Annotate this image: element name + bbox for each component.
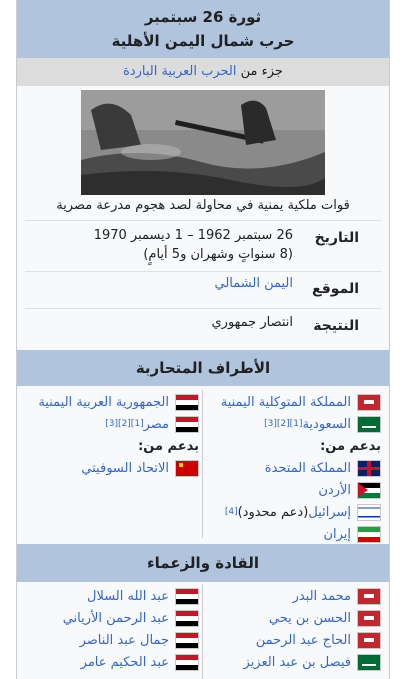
flag-israel-icon	[357, 503, 381, 521]
location-value[interactable]: اليمن الشمالي	[215, 276, 293, 291]
commander-item: عبد الله السلال	[87, 586, 199, 606]
flag-saudi-icon	[357, 415, 381, 433]
commander-link[interactable]: عبد الرحمن الأرياني	[63, 611, 169, 626]
belligerents-right-column: المملكة المتوكلية اليمنية السعودية [1][2]…	[207, 392, 381, 544]
flag-egypt-icon	[175, 653, 199, 671]
support-item: إسرائيل (دعم محدود) [4]	[225, 502, 381, 522]
belligerent-item: السعودية [1][2][3]	[264, 414, 381, 434]
date-duration: (8 سنواتٍ وشهران و5 أيامٍ)	[143, 247, 293, 262]
commanders-right-column: محمد البدر الحسن بن يحي الحاج عبد الرحمن…	[207, 586, 381, 678]
flag-uk-icon	[357, 459, 381, 477]
support-item: إيران	[323, 524, 381, 544]
flag-yemen-kingdom-icon	[357, 631, 381, 649]
citation-refs[interactable]: [4]	[225, 507, 238, 517]
support-link[interactable]: المملكة المتحدة	[265, 461, 351, 476]
image-caption: قوات ملكية يمنية في محاولة لصد هجوم مدرع…	[56, 198, 350, 213]
commander-link[interactable]: الحاج عبد الرحمن	[256, 633, 351, 648]
column-divider	[202, 584, 203, 679]
date-range: 26 سبتمبر 1962 – 1 ديسمبر 1970	[93, 228, 293, 243]
flag-yemen-kingdom-icon	[357, 609, 381, 627]
belligerent-item: الجمهورية العربية اليمنية	[38, 392, 199, 412]
support-note: (دعم محدود)	[237, 504, 309, 520]
flag-saudi-icon	[357, 653, 381, 671]
result-label: النتيجة	[313, 318, 359, 334]
location-label: الموقع	[312, 281, 359, 297]
commander-link[interactable]: جمال عبد الناصر	[80, 633, 169, 648]
belligerents-header: الأطراف المتحاربة	[17, 350, 389, 386]
flag-yar-icon	[175, 587, 199, 605]
support-item: الأردن	[318, 480, 381, 500]
commander-item: عبد الحكيم عامر	[81, 652, 199, 672]
commander-item: الحاج عبد الرحمن	[256, 630, 381, 650]
result-value: انتصار جمهوري	[211, 315, 293, 330]
soldiers-photo	[81, 90, 325, 195]
infobox-title-header: ثورة 26 سبتمبر حرب شمال اليمن الأهلية	[17, 0, 389, 58]
belligerents-left-column: الجمهورية العربية اليمنية مصر [1][2][3] ب…	[23, 392, 199, 542]
support-link[interactable]: إسرائيل	[308, 505, 351, 520]
flag-yemen-kingdom-icon	[357, 393, 381, 411]
flag-jordan-icon	[357, 481, 381, 499]
commander-item: فيصل بن عبد العزيز	[244, 652, 381, 672]
support-item: الاتحاد السوفيتي	[81, 458, 199, 478]
commander-item: الحسن بن يحي	[269, 608, 381, 628]
commanders-header: القادة والزعماء	[17, 544, 389, 582]
row-divider	[25, 220, 381, 221]
commander-item: عبد الرحمن الأرياني	[63, 608, 199, 628]
flag-ussr-icon	[175, 459, 199, 477]
belligerent-link[interactable]: مصر	[144, 417, 169, 432]
commander-link[interactable]: عبد الحكيم عامر	[81, 655, 169, 670]
flag-iran-icon	[357, 525, 381, 543]
belligerent-link[interactable]: الجمهورية العربية اليمنية	[38, 395, 169, 410]
infobox: ثورة 26 سبتمبر حرب شمال اليمن الأهلية جز…	[16, 0, 390, 679]
commander-item: جمال عبد الناصر	[80, 630, 199, 650]
infobox-title: ثورة 26 سبتمبر	[144, 8, 262, 26]
infobox-image[interactable]	[81, 90, 325, 195]
belligerent-item: مصر [1][2][3]	[105, 414, 199, 434]
part-of-row: جزء من الحرب العربية الباردة	[17, 58, 389, 86]
commander-link[interactable]: عبد الله السلال	[87, 589, 169, 604]
flag-egypt-icon	[175, 631, 199, 649]
part-of-link[interactable]: الحرب العربية الباردة	[123, 64, 237, 79]
support-link[interactable]: إيران	[323, 527, 351, 542]
infobox-subtitle: حرب شمال اليمن الأهلية	[111, 32, 295, 50]
citation-refs[interactable]: [1][2][3]	[264, 419, 302, 429]
row-divider	[25, 271, 381, 272]
commander-link[interactable]: الحسن بن يحي	[269, 611, 351, 626]
date-value: 26 سبتمبر 1962 – 1 ديسمبر 1970 (8 سنواتٍ…	[94, 228, 293, 262]
support-link[interactable]: الأردن	[318, 483, 351, 498]
part-of-prefix: جزء من	[240, 64, 283, 79]
flag-yar-icon	[175, 609, 199, 627]
row-divider	[25, 308, 381, 309]
belligerent-item: المملكة المتوكلية اليمنية	[221, 392, 381, 412]
support-label: بدعم من:	[138, 438, 199, 454]
flag-yar-icon	[175, 393, 199, 411]
support-item: المملكة المتحدة	[265, 458, 381, 478]
column-divider	[202, 390, 203, 538]
date-label: التاريخ	[314, 230, 359, 246]
commanders-left-column: عبد الله السلال عبد الرحمن الأرياني جمال…	[23, 586, 199, 678]
support-label: بدعم من:	[320, 438, 381, 454]
commander-link[interactable]: محمد البدر	[293, 589, 351, 604]
commander-link[interactable]: فيصل بن عبد العزيز	[244, 655, 351, 670]
flag-egypt-icon	[175, 415, 199, 433]
belligerent-link[interactable]: المملكة المتوكلية اليمنية	[221, 395, 351, 410]
support-link[interactable]: الاتحاد السوفيتي	[81, 461, 169, 476]
belligerent-link[interactable]: السعودية	[302, 417, 351, 432]
belligerents-header-text: الأطراف المتحاربة	[135, 359, 271, 377]
commanders-header-text: القادة والزعماء	[146, 554, 259, 572]
commander-item: محمد البدر	[293, 586, 381, 606]
citation-refs[interactable]: [1][2][3]	[105, 419, 143, 429]
flag-yemen-kingdom-icon	[357, 587, 381, 605]
